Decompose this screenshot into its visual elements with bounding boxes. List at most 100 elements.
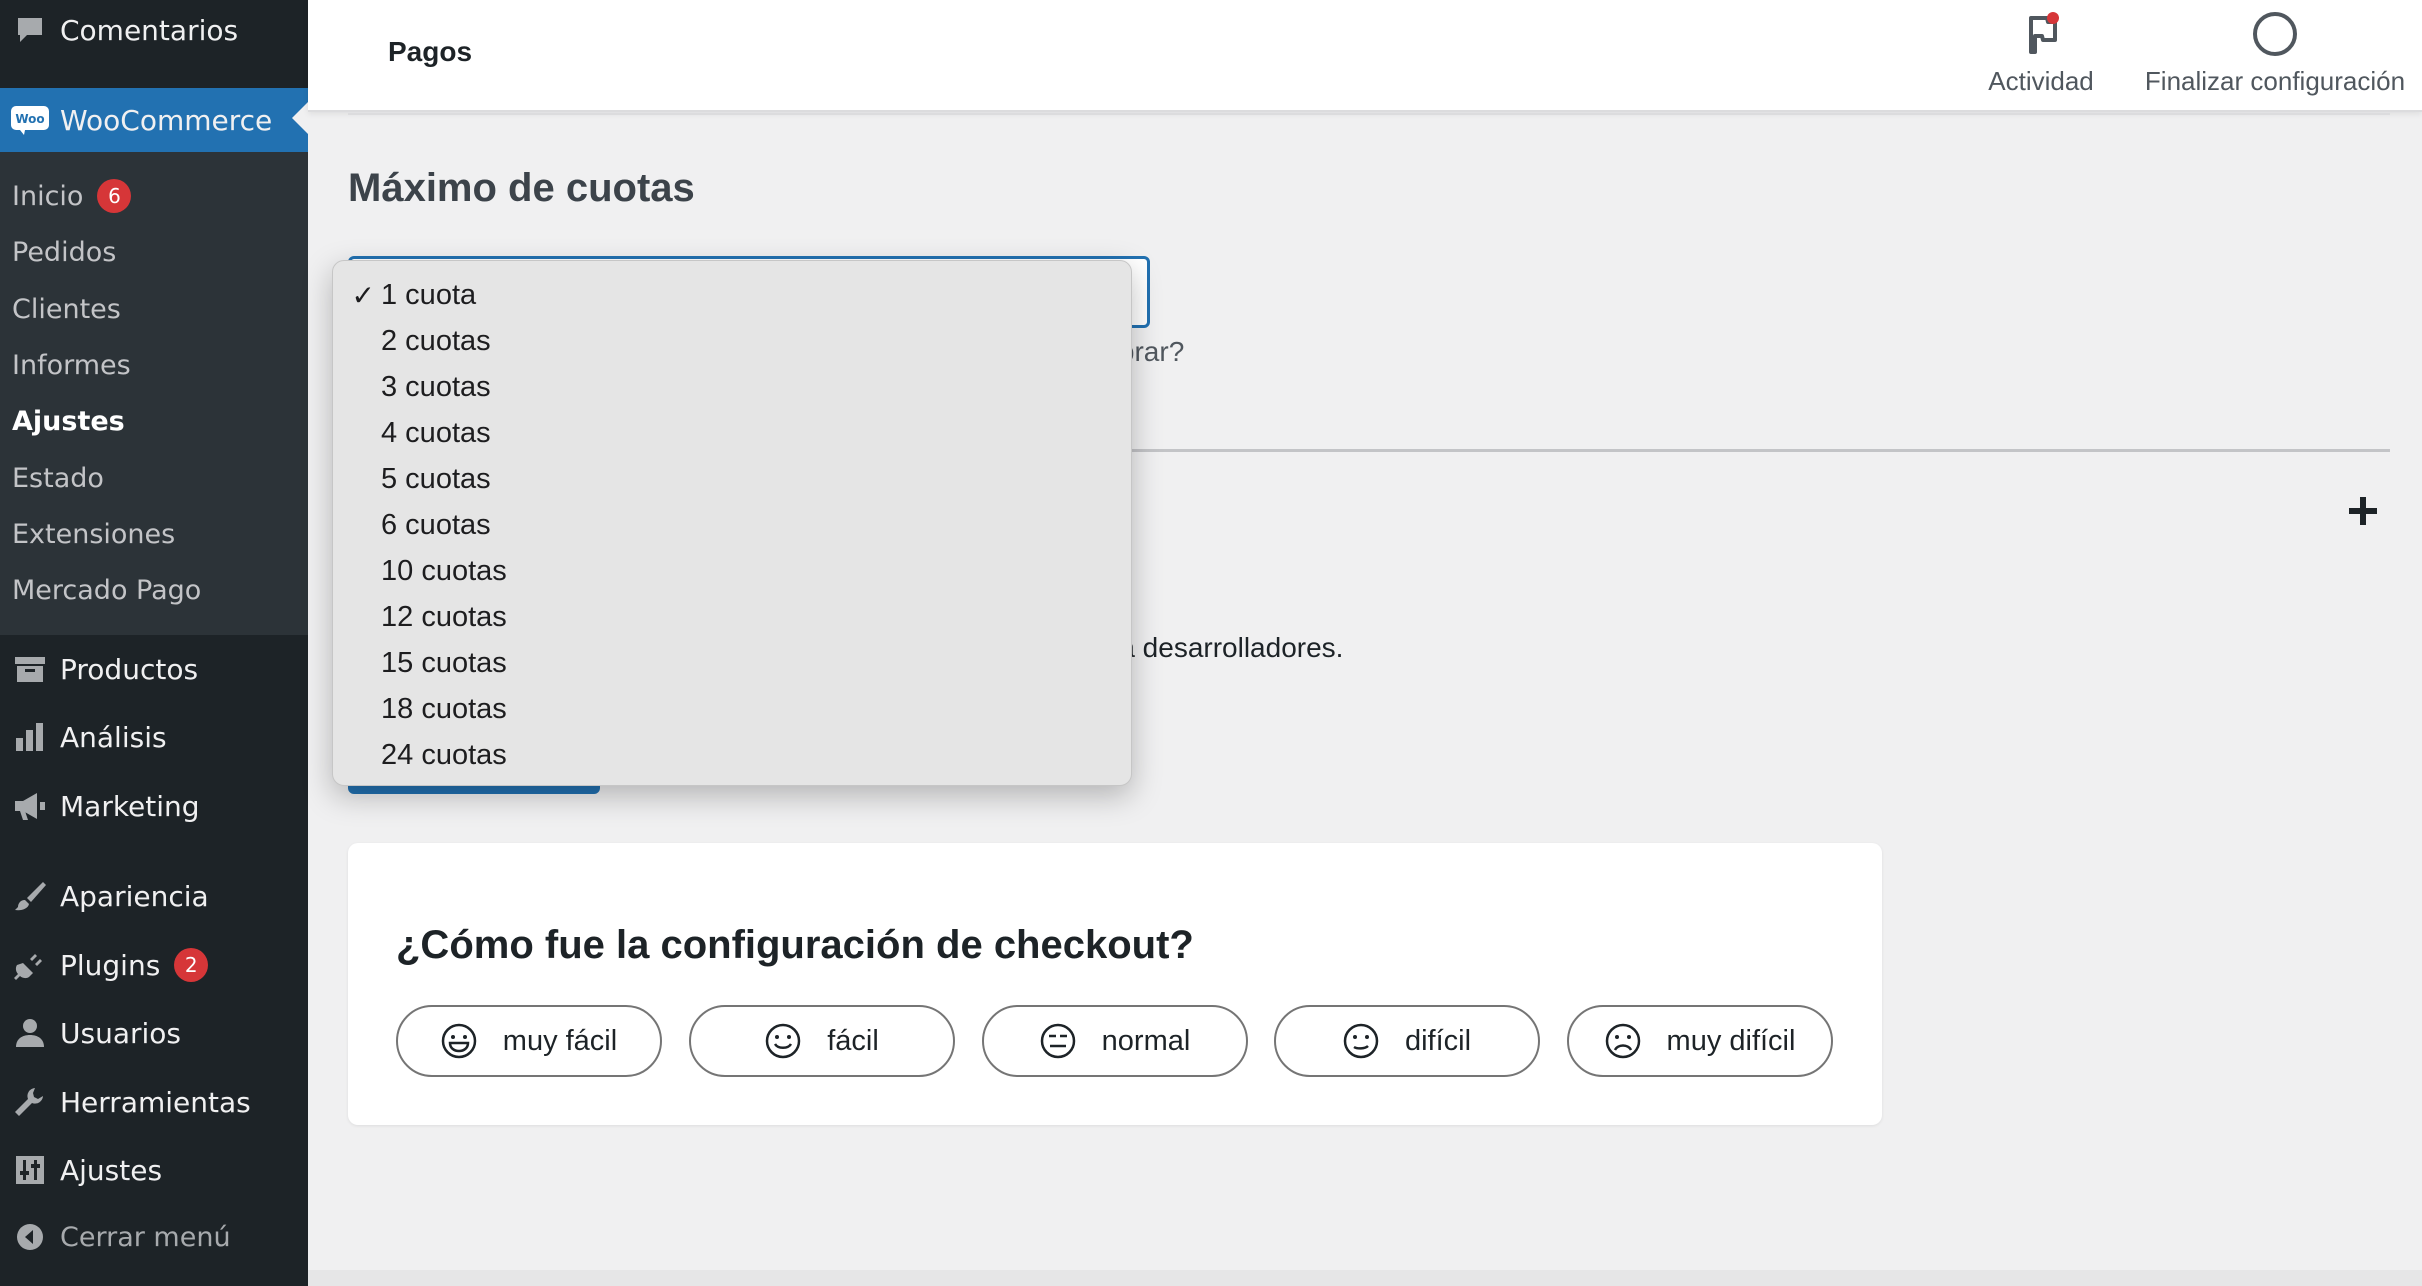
footer-shadow <box>308 1270 2422 1286</box>
dropdown-option[interactable]: 5 cuotas <box>333 456 1131 502</box>
section-title: Máximo de cuotas <box>348 166 695 210</box>
section-divider <box>1100 449 2390 452</box>
dropdown-option-selected[interactable]: ✓ 1 cuota <box>333 272 1131 318</box>
page-title: Pagos <box>388 36 473 67</box>
section-divider <box>348 113 2390 115</box>
dropdown-option[interactable]: 4 cuotas <box>333 410 1131 456</box>
sidebar-item-productos[interactable]: Productos <box>0 639 308 699</box>
checkmark-icon: ✓ <box>351 279 375 311</box>
installments-dropdown-list: ✓ 1 cuota 2 cuotas 3 cuotas 4 cuotas 5 c… <box>332 260 1132 786</box>
unread-indicator <box>2047 12 2059 24</box>
rating-label: muy fácil <box>502 1024 618 1057</box>
sidebar-item-label: Marketing <box>60 789 200 823</box>
flag-icon <box>2019 12 2063 56</box>
sidebar-item-analisis[interactable]: Análisis <box>0 707 308 767</box>
submenu-item-informes[interactable]: Informes <box>12 345 131 385</box>
collapse-arrow-icon <box>0 1207 60 1267</box>
feedback-card: ¿Cómo fue la configuración de checkout? … <box>348 843 1882 1125</box>
feedback-question: ¿Cómo fue la configuración de checkout? <box>396 923 1194 967</box>
submenu-item-label: Clientes <box>12 293 121 325</box>
dropdown-option[interactable]: 12 cuotas <box>333 594 1131 640</box>
sidebar-item-apariencia[interactable]: Apariencia <box>0 866 308 926</box>
megaphone-icon <box>0 776 60 836</box>
sidebar-item-ajustes[interactable]: Ajustes <box>0 1140 308 1200</box>
rating-button-difficult[interactable]: difícil <box>1274 1005 1540 1077</box>
plug-icon <box>0 935 60 995</box>
submenu-item-extensiones[interactable]: Extensiones <box>12 514 175 554</box>
dropdown-option-label: 12 cuotas <box>381 600 507 633</box>
collapse-menu-button[interactable]: Cerrar menú <box>0 1207 308 1267</box>
dropdown-option-label: 1 cuota <box>381 278 477 311</box>
dropdown-option[interactable]: 2 cuotas <box>333 318 1131 364</box>
progress-circle-icon <box>2253 12 2297 56</box>
submenu-item-mercado-pago[interactable]: Mercado Pago <box>12 570 201 610</box>
submenu-item-label: Estado <box>12 462 104 494</box>
notification-badge: 6 <box>97 179 132 213</box>
paintbrush-icon <box>0 866 60 926</box>
dropdown-option[interactable]: 6 cuotas <box>333 502 1131 548</box>
activity-label: Actividad <box>1988 66 2094 96</box>
rating-button-very-easy[interactable]: muy fácil <box>396 1005 662 1077</box>
submenu-item-pedidos[interactable]: Pedidos <box>12 232 116 272</box>
submenu-item-label: Extensiones <box>12 518 176 550</box>
dropdown-option-label: 4 cuotas <box>381 416 491 449</box>
sidebar-item-marketing[interactable]: Marketing <box>0 776 308 836</box>
bar-chart-icon <box>0 707 60 767</box>
sidebar-item-comentarios[interactable]: Comentarios <box>0 0 308 60</box>
sidebar-item-label: Plugins <box>60 948 161 982</box>
finish-setup-label: Finalizar configuración <box>2144 66 2406 96</box>
dropdown-option-label: 5 cuotas <box>381 462 491 495</box>
plus-icon[interactable] <box>2348 496 2378 526</box>
dropdown-option-label: 3 cuotas <box>381 370 491 403</box>
submenu-item-label: Pedidos <box>12 236 117 268</box>
activity-button[interactable]: Actividad <box>1971 12 2111 102</box>
rating-label: muy difícil <box>1666 1024 1796 1057</box>
sidebar-item-label: Ajustes <box>60 1153 163 1187</box>
sidebar-item-label: WooCommerce <box>60 103 273 137</box>
dropdown-option[interactable]: 3 cuotas <box>333 364 1131 410</box>
sidebar-item-label: Comentarios <box>60 13 239 47</box>
sidebar-item-woocommerce[interactable]: Woo WooCommerce <box>0 88 308 152</box>
dropdown-option[interactable]: 15 cuotas <box>333 640 1131 686</box>
dropdown-option-label: 15 cuotas <box>381 646 507 679</box>
admin-sidebar: Comentarios Woo WooCommerce Inicio 6 Ped… <box>0 0 308 1286</box>
top-header: Pagos Actividad Finalizar configuración <box>308 0 2422 112</box>
dropdown-option-label: 6 cuotas <box>381 508 491 541</box>
dropdown-option[interactable]: 24 cuotas <box>333 732 1131 778</box>
dropdown-option[interactable]: 10 cuotas <box>333 548 1131 594</box>
rating-label: difícil <box>1404 1024 1472 1057</box>
woo-logo-text: Woo <box>15 112 44 126</box>
notification-badge: 2 <box>174 948 209 982</box>
rating-button-normal[interactable]: normal <box>982 1005 1248 1077</box>
rating-button-easy[interactable]: fácil <box>689 1005 955 1077</box>
rating-label: normal <box>1101 1024 1191 1057</box>
submenu-item-ajustes[interactable]: Ajustes <box>12 401 125 441</box>
sidebar-item-label: Usuarios <box>60 1016 181 1050</box>
submenu-item-inicio[interactable]: Inicio 6 <box>12 176 132 216</box>
developer-text: ra desarrolladores. <box>1110 632 1344 663</box>
woocommerce-submenu: Inicio 6 Pedidos Clientes Informes Ajust… <box>0 152 308 635</box>
sidebar-item-label: Análisis <box>60 720 167 754</box>
sidebar-item-herramientas[interactable]: Herramientas <box>0 1072 308 1132</box>
dropdown-option-label: 18 cuotas <box>381 692 507 725</box>
comment-icon <box>0 0 60 60</box>
sliders-icon <box>0 1140 60 1200</box>
submenu-item-label: Inicio <box>12 180 84 212</box>
sidebar-item-label: Herramientas <box>60 1085 251 1119</box>
sidebar-item-label: Cerrar menú <box>60 1221 231 1253</box>
wrench-icon <box>0 1072 60 1132</box>
finish-setup-button[interactable]: Finalizar configuración <box>2128 12 2422 102</box>
submenu-item-estado[interactable]: Estado <box>12 458 104 498</box>
user-icon <box>0 1003 60 1063</box>
sidebar-item-plugins[interactable]: Plugins 2 <box>0 935 308 995</box>
rating-button-very-difficult[interactable]: muy difícil <box>1567 1005 1833 1077</box>
submenu-item-clientes[interactable]: Clientes <box>12 289 121 329</box>
dropdown-option[interactable]: 18 cuotas <box>333 686 1131 732</box>
sidebar-item-label: Apariencia <box>60 879 209 913</box>
dropdown-option-label: 2 cuotas <box>381 324 491 357</box>
very-happy-face-icon <box>441 1023 477 1059</box>
submenu-item-label: Mercado Pago <box>12 574 202 606</box>
sad-face-icon <box>1343 1023 1379 1059</box>
current-menu-arrow <box>292 102 308 134</box>
sidebar-item-usuarios[interactable]: Usuarios <box>0 1003 308 1063</box>
